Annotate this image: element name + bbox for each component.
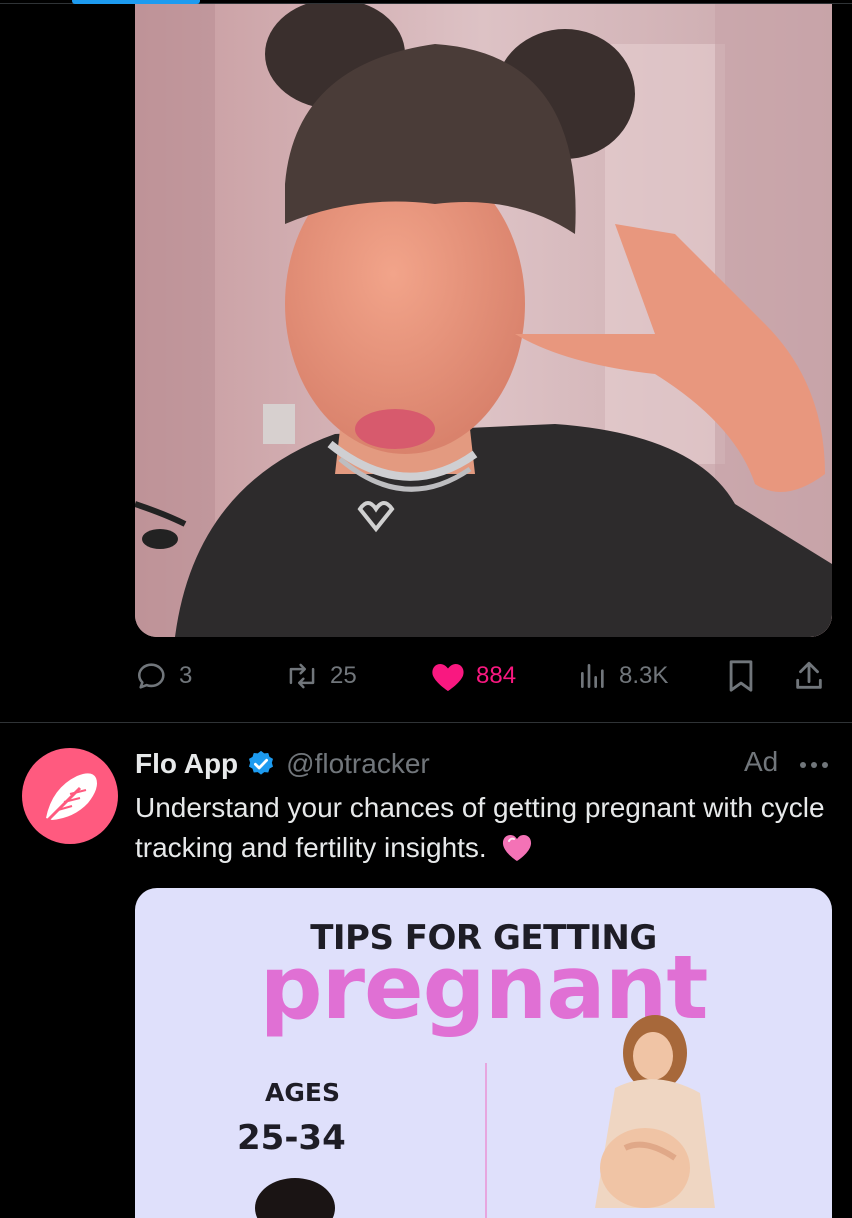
views-icon	[581, 664, 604, 688]
author-handle[interactable]: @flotracker	[286, 748, 430, 780]
repost-button[interactable]: 25	[284, 650, 357, 702]
feather-logo-icon	[42, 773, 97, 826]
repost-icon	[289, 663, 315, 689]
more-icon	[800, 762, 828, 768]
like-icon	[432, 664, 464, 691]
author-name[interactable]: Flo App	[135, 748, 238, 780]
flo-avatar[interactable]	[22, 748, 118, 844]
reply-button[interactable]: 3	[135, 650, 192, 702]
ad-header: Flo App @flotracker	[135, 744, 430, 784]
reply-icon	[137, 663, 165, 689]
like-button[interactable]: 884	[430, 650, 516, 702]
post-action-bar: 3 25 884 8.3K	[0, 650, 852, 702]
ad-text: Understand your chances of getting pregn…	[135, 788, 825, 868]
ad-label: Ad	[744, 746, 779, 777]
bookmark-button[interactable]	[726, 650, 756, 702]
bookmark-icon	[729, 660, 753, 692]
views-button[interactable]: 8.3K	[577, 650, 668, 702]
pregnant-woman-illustration	[595, 1015, 715, 1208]
pink-heart-emoji-icon	[502, 835, 531, 861]
person-silhouette-illustration	[255, 1178, 335, 1218]
more-options-button[interactable]	[796, 748, 832, 782]
post-divider	[0, 722, 852, 723]
ad-media-image[interactable]: TIPS FOR GETTING pregnant AGES 25-34	[135, 888, 832, 1218]
share-button[interactable]	[792, 650, 826, 702]
views-count: 8.3K	[619, 662, 669, 689]
ad-image-ages-label: AGES	[265, 1078, 340, 1107]
repost-count: 25	[330, 662, 357, 689]
like-count: 884	[476, 662, 517, 689]
ad-image-ages-range: 25-34	[237, 1118, 346, 1158]
share-icon	[796, 661, 822, 689]
photo-illustration	[135, 4, 832, 637]
verified-badge-icon	[249, 750, 274, 775]
ad-image-divider	[485, 1063, 487, 1218]
ad-text-body: Understand your chances of getting pregn…	[135, 792, 825, 863]
post-media-photo[interactable]	[135, 4, 832, 637]
reply-count: 3	[179, 662, 193, 689]
